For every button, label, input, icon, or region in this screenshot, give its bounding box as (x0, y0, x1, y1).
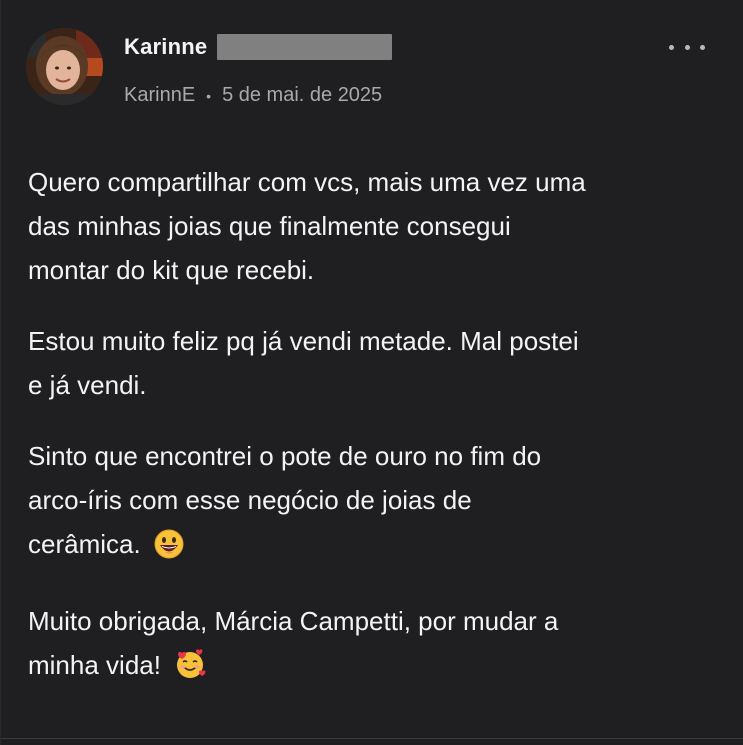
more-options-icon[interactable] (669, 36, 705, 58)
dot-icon (684, 44, 690, 50)
post-header: Karinne KarinnE • 5 de mai. de 2025 (26, 28, 713, 108)
post-line: Quero compartilhar com vcs, mais uma vez… (28, 167, 586, 197)
post-paragraph: Muito obrigada, Márcia Campetti, por mud… (28, 599, 728, 693)
author-name[interactable]: Karinne (124, 34, 207, 60)
author-handle[interactable]: KarinnE (124, 84, 195, 107)
dot-icon (669, 44, 674, 50)
post-line: arco-íris com esse negócio de joias de (28, 485, 472, 515)
post-body: Quero compartilhar com vcs, mais uma vez… (28, 160, 728, 720)
smiling-face-with-hearts-emoji-icon (174, 648, 206, 693)
post-line: minha vida! (28, 650, 161, 680)
post-line: das minhas joias que finalmente consegui (28, 211, 511, 241)
author-name-row: Karinne (124, 33, 393, 61)
post-line: Muito obrigada, Márcia Campetti, por mud… (28, 606, 559, 636)
grinning-face-emoji-icon (154, 528, 184, 572)
post-paragraph: Sinto que encontrei o pote de ouro no fi… (28, 434, 728, 572)
post-line: e já vendi. (28, 370, 147, 400)
post-meta: KarinnE • 5 de mai. de 2025 (124, 84, 382, 107)
post-paragraph: Estou muito feliz pq já vendi metade. Ma… (28, 319, 728, 407)
post-date: 5 de mai. de 2025 (222, 84, 383, 106)
avatar-photo (26, 28, 103, 105)
post-card: Karinne KarinnE • 5 de mai. de 2025 Quer… (0, 0, 743, 745)
post-line: Estou muito feliz pq já vendi metade. Ma… (28, 326, 579, 356)
meta-separator: • (206, 87, 212, 104)
redacted-surname (217, 34, 393, 60)
post-line: montar do kit que recebi. (28, 255, 315, 285)
author-avatar[interactable] (26, 28, 103, 105)
dot-icon (700, 44, 705, 50)
post-paragraph: Quero compartilhar com vcs, mais uma vez… (28, 160, 728, 292)
post-line: Sinto que encontrei o pote de ouro no fi… (28, 441, 542, 471)
divider (1, 738, 743, 739)
post-line: cerâmica. (28, 529, 141, 559)
